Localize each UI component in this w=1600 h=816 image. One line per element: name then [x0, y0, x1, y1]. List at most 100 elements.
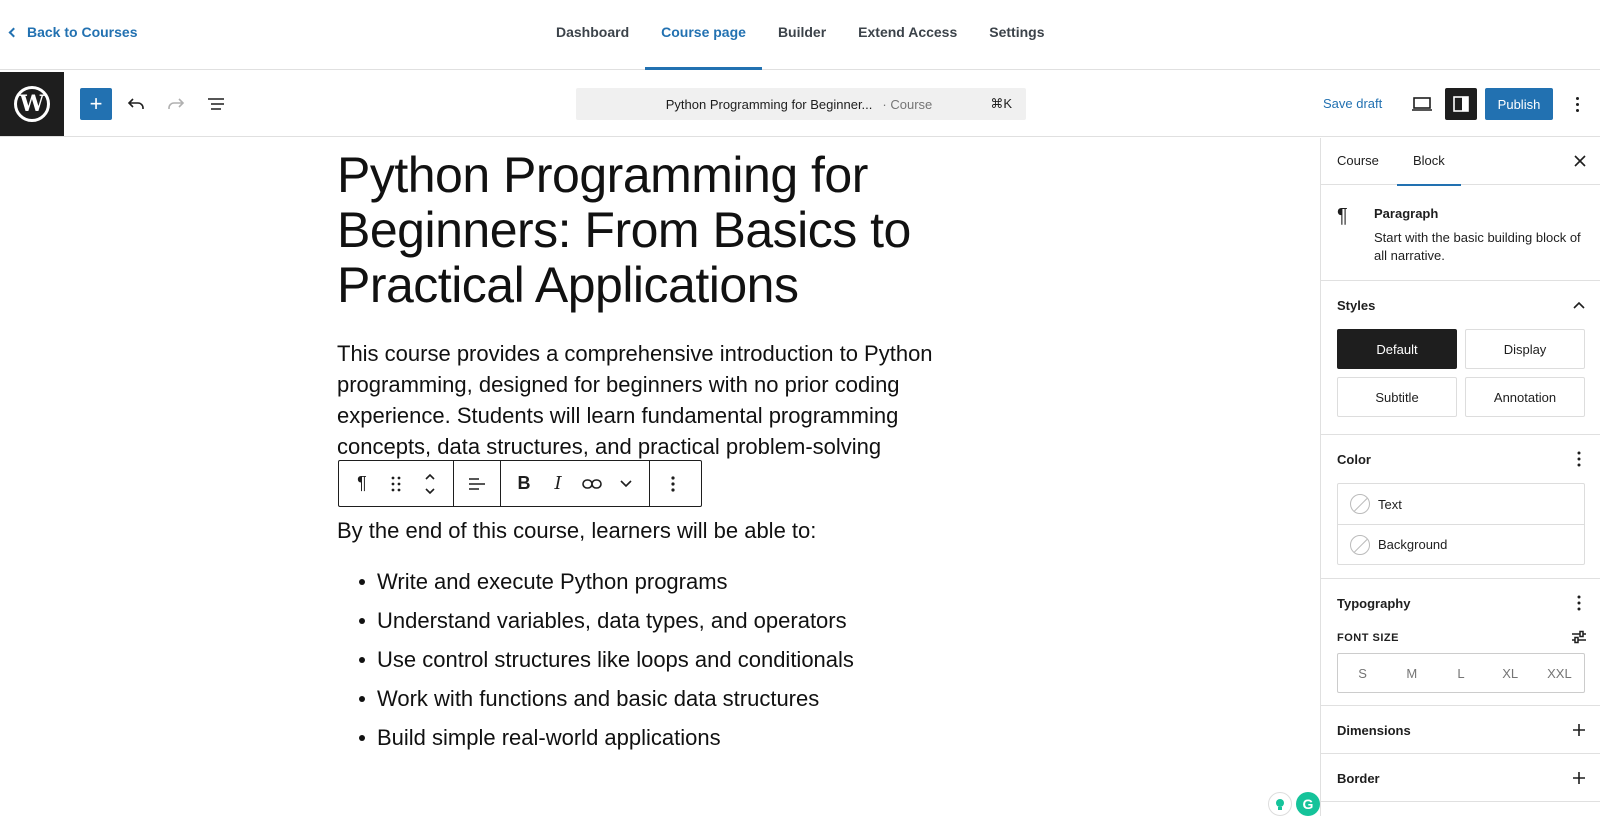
font-size-xxl[interactable]: XXL — [1535, 654, 1584, 692]
color-panel-title: Color — [1337, 452, 1371, 467]
color-options-box: Text Background — [1337, 483, 1585, 565]
sidebar-panel-icon — [1453, 96, 1469, 112]
publish-button[interactable]: Publish — [1485, 88, 1553, 120]
options-menu-button[interactable] — [1567, 90, 1587, 118]
document-title: Python Programming for Beginner... — [665, 96, 873, 112]
link-button[interactable] — [575, 461, 609, 506]
block-options-button[interactable] — [656, 461, 690, 506]
border-panel-title: Border — [1337, 771, 1380, 786]
typography-options-button[interactable] — [1569, 593, 1589, 613]
text-color-option[interactable]: Text — [1338, 484, 1584, 524]
save-draft-button[interactable]: Save draft — [1323, 96, 1382, 111]
settings-sliders-icon — [1572, 630, 1586, 644]
block-name: Paragraph — [1374, 206, 1439, 221]
command-palette-bar[interactable]: Python Programming for Beginner... · Cou… — [576, 88, 1026, 120]
more-formatting-button[interactable] — [609, 461, 643, 506]
view-button[interactable] — [1406, 88, 1438, 120]
block-inserter-button[interactable]: + — [80, 88, 112, 120]
empty-swatch-icon — [1350, 494, 1370, 514]
intro-paragraph[interactable]: This course provides a comprehensive int… — [337, 338, 957, 462]
undo-button[interactable] — [122, 90, 150, 118]
plus-icon — [1573, 724, 1585, 736]
bold-button[interactable]: B — [507, 461, 541, 506]
tab-block[interactable]: Block — [1397, 138, 1461, 186]
outcomes-list[interactable]: Write and execute Python programs Unders… — [359, 562, 854, 757]
back-to-courses-link[interactable]: Back to Courses — [8, 24, 137, 40]
drag-handle[interactable] — [379, 461, 413, 506]
settings-sidebar: Course Block ¶ Paragraph Start with the … — [1320, 138, 1600, 816]
tab-extend-access[interactable]: Extend Access — [842, 0, 973, 70]
post-type-label: · Course — [882, 96, 933, 112]
text-color-label: Text — [1378, 496, 1402, 512]
tab-settings[interactable]: Settings — [973, 0, 1060, 70]
more-vertical-icon — [671, 475, 675, 492]
font-size-m[interactable]: M — [1387, 654, 1436, 692]
link-icon — [582, 478, 602, 489]
course-nav: Back to Courses Dashboard Course page Bu… — [0, 0, 1600, 70]
paragraph-transform-button[interactable]: ¶ — [345, 461, 379, 506]
style-subtitle-button[interactable]: Subtitle — [1337, 377, 1457, 417]
block-description: Start with the basic building block of a… — [1374, 230, 1581, 263]
chevron-down-icon — [620, 479, 632, 487]
color-options-button[interactable] — [1569, 449, 1589, 469]
toolbar-group-align — [454, 461, 501, 506]
typography-panel-title: Typography — [1337, 596, 1411, 611]
tab-dashboard[interactable]: Dashboard — [540, 0, 645, 70]
chevron-up-icon — [1573, 301, 1585, 309]
outcomes-lead-paragraph[interactable]: By the end of this course, learners will… — [337, 516, 816, 546]
style-display-button[interactable]: Display — [1465, 329, 1585, 369]
styles-panel-title[interactable]: Styles — [1337, 298, 1375, 313]
list-item[interactable]: Build simple real-world applications — [359, 718, 854, 757]
list-item[interactable]: Use control structures like loops and co… — [359, 640, 854, 679]
empty-swatch-icon — [1350, 534, 1370, 555]
collapse-styles-button[interactable] — [1569, 295, 1589, 315]
italic-button[interactable]: I — [541, 461, 575, 506]
custom-font-size-button[interactable] — [1569, 627, 1589, 647]
document-overview-button[interactable] — [202, 90, 230, 118]
lightbulb-icon[interactable] — [1268, 792, 1292, 816]
background-color-option[interactable]: Background — [1338, 524, 1584, 564]
style-default-button[interactable]: Default — [1337, 329, 1457, 369]
font-size-l[interactable]: L — [1436, 654, 1485, 692]
more-vertical-icon-dot — [1575, 108, 1579, 112]
list-item[interactable]: Write and execute Python programs — [359, 562, 854, 601]
block-toolbar: ¶ B I — [338, 460, 702, 507]
tab-course-page[interactable]: Course page — [645, 0, 762, 70]
redo-icon — [168, 98, 185, 109]
font-size-xl[interactable]: XL — [1486, 654, 1535, 692]
add-dimensions-button[interactable] — [1569, 720, 1589, 740]
dimensions-panel[interactable]: Dimensions — [1321, 706, 1600, 754]
tab-builder[interactable]: Builder — [762, 0, 842, 70]
close-sidebar-button[interactable] — [1569, 150, 1591, 172]
sidebar-tabs: Course Block — [1321, 138, 1600, 186]
align-button[interactable] — [460, 461, 494, 506]
chevron-left-icon — [8, 27, 19, 37]
plus-icon — [1573, 772, 1585, 784]
block-card: ¶ Paragraph Start with the basic buildin… — [1321, 185, 1600, 281]
undo-icon — [127, 98, 144, 109]
toolbar-group-block: ¶ — [339, 461, 454, 506]
tab-course[interactable]: Course — [1337, 138, 1379, 185]
font-size-picker: S M L XL XXL — [1337, 653, 1585, 693]
list-item[interactable]: Work with functions and basic data struc… — [359, 679, 854, 718]
toolbar-group-options — [650, 461, 696, 506]
color-panel: Color Text Background — [1321, 435, 1600, 579]
grammarly-icon[interactable]: G — [1296, 792, 1320, 816]
dimensions-panel-title: Dimensions — [1337, 723, 1411, 738]
redo-button[interactable] — [162, 90, 190, 118]
close-icon — [1574, 155, 1586, 167]
style-annotation-button[interactable]: Annotation — [1465, 377, 1585, 417]
post-title[interactable]: Python Programming for Beginners: From B… — [337, 148, 957, 313]
wordpress-logo-button[interactable]: W — [0, 72, 64, 136]
list-item[interactable]: Understand variables, data types, and op… — [359, 601, 854, 640]
list-view-icon — [208, 98, 224, 110]
more-vertical-icon-dot — [1575, 102, 1579, 106]
move-up-down-button[interactable] — [413, 461, 447, 506]
desktop-icon — [1412, 97, 1432, 111]
border-panel[interactable]: Border — [1321, 754, 1600, 802]
settings-toggle-button[interactable] — [1445, 88, 1477, 120]
font-size-s[interactable]: S — [1338, 654, 1387, 692]
font-size-label: FONT SIZE — [1337, 632, 1399, 644]
editor-canvas: Python Programming for Beginners: From B… — [0, 138, 1320, 816]
add-border-button[interactable] — [1569, 768, 1589, 788]
